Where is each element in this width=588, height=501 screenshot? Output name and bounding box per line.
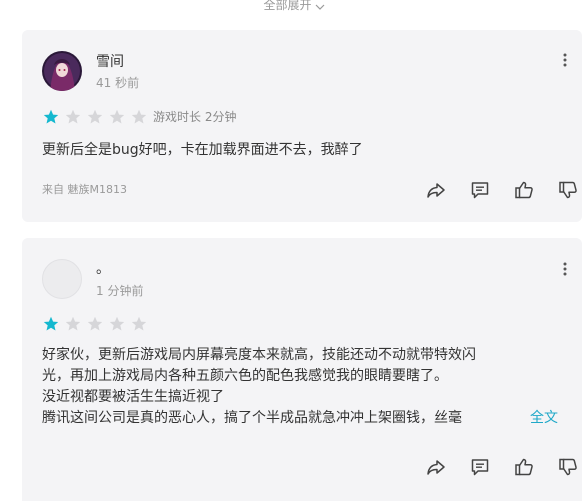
- chevron-down-icon: [315, 0, 325, 14]
- review-text-line: 光，再加上游戏局内各种五颜六色的配色我感觉我的眼睛要瞎了。: [42, 368, 448, 384]
- star-empty-icon: [65, 109, 81, 124]
- avatar[interactable]: [42, 51, 82, 91]
- thumbs-up-icon[interactable]: [514, 457, 534, 477]
- more-options-icon[interactable]: [562, 52, 568, 68]
- thumbs-down-icon[interactable]: [558, 180, 578, 200]
- comment-icon[interactable]: [470, 457, 490, 477]
- star-empty-icon: [131, 316, 147, 331]
- star-empty-icon: [87, 109, 103, 124]
- thumbs-down-icon[interactable]: [558, 457, 578, 477]
- review-content[interactable]: 好家伙，更新后游戏局内屏幕亮度本来就高，技能还动不动就带特效闪 光，再加上游戏局…: [42, 345, 562, 429]
- avatar[interactable]: [42, 259, 82, 299]
- review-actions: [402, 180, 578, 200]
- star-rating: [43, 316, 147, 332]
- timestamp: 41 秒前: [96, 76, 140, 90]
- review-text-line: 腾讯这间公司是真的恶心人，搞了个半成品就急冲冲上架圈钱，丝毫: [42, 410, 462, 426]
- review-actions: [402, 457, 578, 477]
- username[interactable]: 雪间: [96, 53, 124, 71]
- star-empty-icon: [109, 316, 125, 331]
- review-card: 。 1 分钟前 好家伙，更新后游戏局内屏幕亮度本来就高，技能还动不动就带特效闪 …: [22, 238, 582, 501]
- review-content[interactable]: 更新后全是bug好吧，卡在加载界面进不去，我醉了: [42, 140, 562, 161]
- review-text-line: 更新后全是bug好吧，卡在加载界面进不去，我醉了: [42, 142, 363, 158]
- device-info: 来自 魅族M1813: [42, 183, 127, 196]
- thumbs-up-icon[interactable]: [514, 180, 534, 200]
- full-text-link[interactable]: 全文: [530, 408, 558, 429]
- expand-all-label: 全部展开: [263, 0, 312, 12]
- star-empty-icon: [87, 316, 103, 331]
- star-empty-icon: [109, 109, 125, 124]
- more-options-icon[interactable]: [562, 261, 568, 277]
- star-rating: [43, 109, 147, 125]
- star-empty-icon: [65, 316, 81, 331]
- star-filled-icon: [43, 316, 59, 331]
- share-icon[interactable]: [426, 180, 446, 200]
- star-empty-icon: [131, 109, 147, 124]
- comment-icon[interactable]: [470, 180, 490, 200]
- review-text-line: 没近视都要被活生生搞近视了: [42, 389, 224, 405]
- text-fade: [482, 408, 512, 429]
- username[interactable]: 。: [96, 260, 110, 278]
- star-filled-icon: [43, 109, 59, 124]
- timestamp: 1 分钟前: [96, 284, 144, 298]
- share-icon[interactable]: [426, 457, 446, 477]
- review-card: 雪间 41 秒前 游戏时长 2分钟 更新后全是bug好吧，卡在加载界面进不去，我…: [22, 30, 582, 222]
- expand-all-toggle[interactable]: 全部展开: [0, 0, 588, 14]
- play-time: 游戏时长 2分钟: [153, 110, 237, 124]
- review-text-line: 好家伙，更新后游戏局内屏幕亮度本来就高，技能还动不动就带特效闪: [42, 347, 476, 363]
